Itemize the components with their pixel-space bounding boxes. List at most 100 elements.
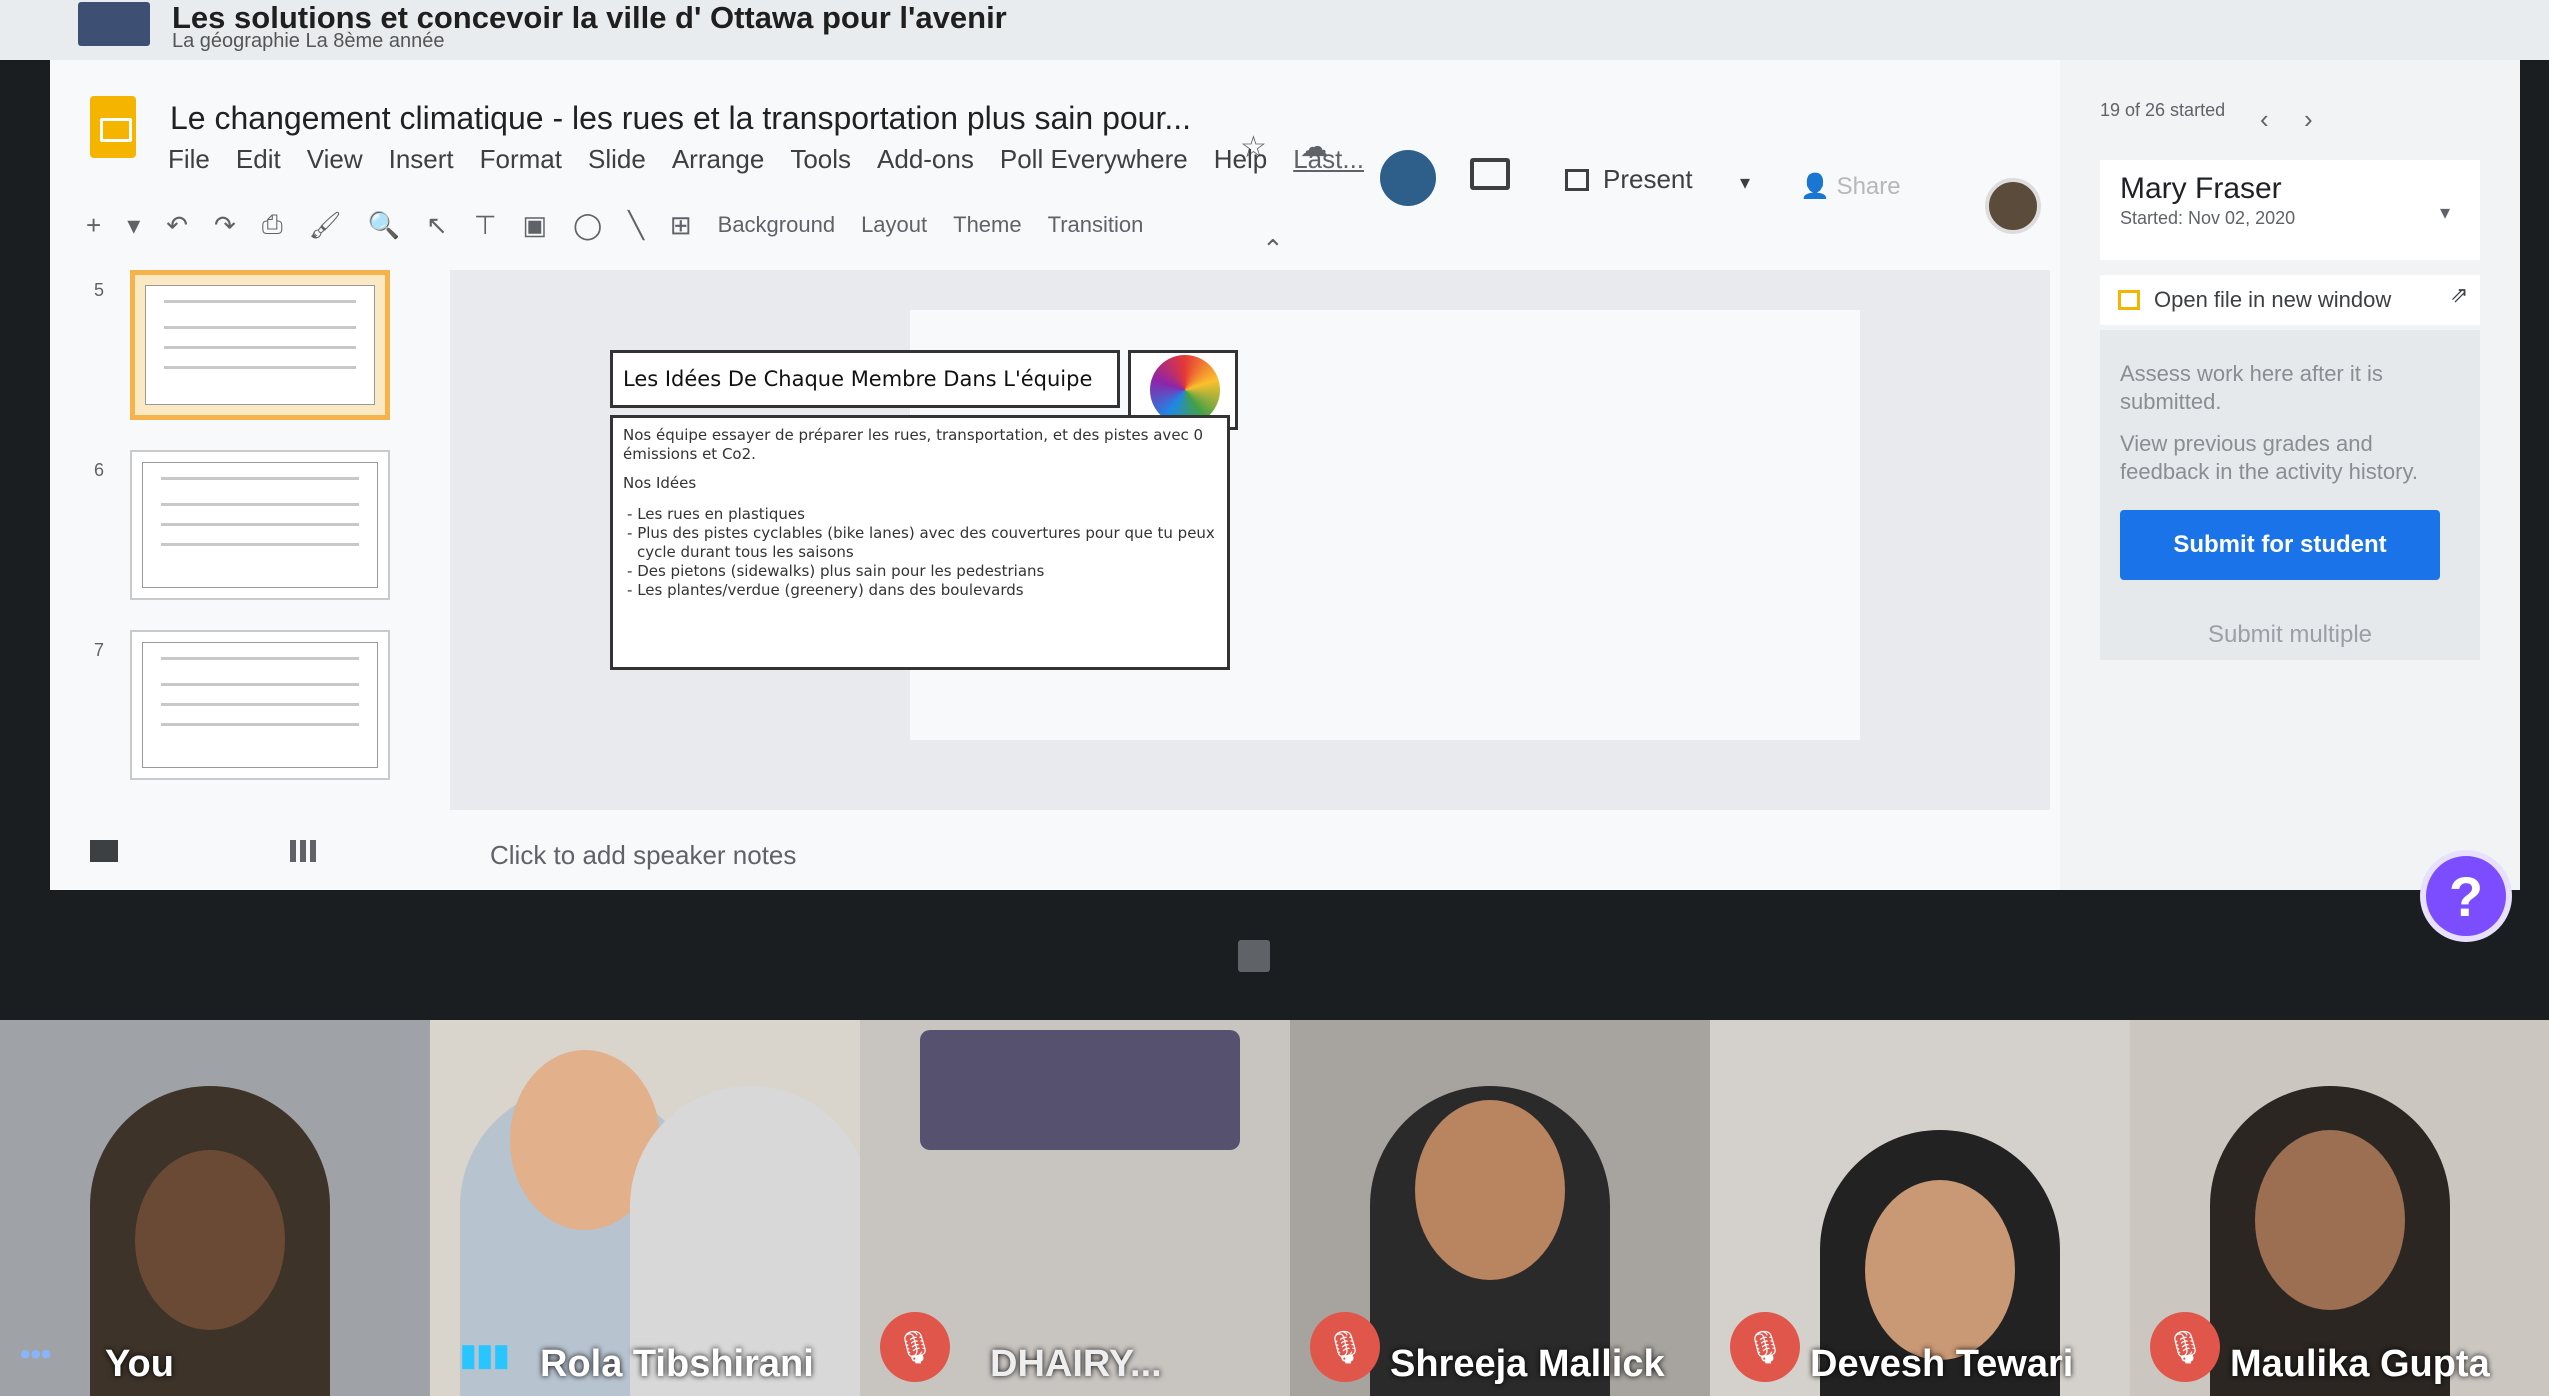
list-item: Des pietons (sidewalks) plus sain pour l… [637,562,1217,581]
chevron-up-icon[interactable]: ⌃ [1262,234,1284,265]
present-icon [1565,168,1589,191]
line-icon[interactable]: ╲ [628,210,644,241]
document-title[interactable]: Le changement climatique - les rues et l… [170,100,1191,137]
person-icon: 👤 [1800,173,1830,200]
menu-format[interactable]: Format [480,144,562,175]
menu-tools[interactable]: Tools [790,144,851,175]
participant-name: Maulika Gupta [2230,1343,2490,1385]
slide-thumbnail[interactable] [130,270,390,420]
chevron-left-icon[interactable]: ‹ [2260,104,2269,135]
open-file-link[interactable]: Open file in new window [2100,275,2480,325]
grading-sidebar: 19 of 26 started ‹ › Mary Fraser Started… [2060,60,2520,890]
assess-info: Assess work here after it is submitted. [2120,361,2383,414]
ceiling-video [920,1030,1240,1150]
participant-name: You [105,1343,174,1385]
course-thumbnail [78,2,150,46]
chevron-down-icon[interactable]: ▾ [2440,200,2450,225]
speaker-notes[interactable]: Click to add speaker notes [490,840,796,871]
redo-icon[interactable]: ↷ [214,210,236,241]
menu-addons[interactable]: Add-ons [877,144,974,175]
share-button[interactable]: 👤 Share [1800,172,1901,201]
menu-view[interactable]: View [307,144,363,175]
filmstrip: 5 6 7 [70,270,450,890]
menu-poll-everywhere[interactable]: Poll Everywhere [1000,144,1188,175]
participant-tile[interactable]: 🎙 Shreeja Mallick [1290,1020,1710,1396]
slides-toolbar: + ▾ ↶ ↷ ⎙ 🖌 🔍 ↖ ⊤ ▣ ◯ ╲ ⊞ Background Lay… [86,200,1846,250]
speaking-indicator-icon: ▮▮▮ [460,1339,510,1372]
slide-title[interactable]: Les Idées De Chaque Membre Dans L'équipe [610,350,1120,408]
menu-help[interactable]: Help [1214,144,1267,175]
classroom-header: Les solutions et concevoir la ville d' O… [0,0,2549,60]
explore-icon[interactable] [1238,940,1270,972]
list-item: Les rues en plastiques [637,505,1217,524]
new-slide-icon[interactable]: + [86,210,101,241]
comment-add-icon[interactable]: ⊞ [670,210,692,241]
slides-file-icon [2118,290,2140,310]
menu-slide[interactable]: Slide [588,144,646,175]
mic-off-icon: 🎙 [1730,1312,1800,1382]
grading-app: Le changement climatique - les rues et l… [50,60,2520,972]
last-edit-link[interactable]: Last... [1293,144,1364,175]
mic-off-icon: 🎙 [2150,1312,2220,1382]
slide-body[interactable]: Nos équipe essayer de préparer les rues,… [610,415,1230,670]
menu-insert[interactable]: Insert [389,144,454,175]
print-icon[interactable]: ⎙ [262,209,283,241]
list-item: Les plantes/verdue (greenery) dans des b… [637,581,1217,600]
external-link-icon[interactable]: ⇗ [2450,282,2468,308]
thumbnail-number: 5 [94,280,105,300]
thumbnail-preview [145,285,375,405]
layout-button[interactable]: Layout [861,212,927,238]
list-view-icon[interactable] [90,840,118,862]
submit-for-student-button[interactable]: Submit for student [2120,510,2440,580]
participant-tile[interactable]: 🎙 Maulika Gupta [2130,1020,2549,1396]
present-label: Present [1603,164,1693,194]
submit-multiple-button[interactable]: Submit multiple [2100,610,2480,660]
participant-name: Rola Tibshirani [540,1343,814,1385]
thumbnail-number: 7 [94,640,105,660]
participant-tile[interactable]: ▮▮▮ Rola Tibshirani [430,1020,860,1396]
undo-icon[interactable]: ↶ [166,210,188,241]
started-count: 19 of 26 started [2100,100,2226,120]
share-label: Share [1836,173,1901,200]
shape-icon[interactable]: ◯ [573,210,602,241]
transition-button[interactable]: Transition [1048,212,1144,238]
text-box-icon[interactable]: ⊤ [474,210,497,241]
collaborator-avatar[interactable] [1380,150,1436,206]
new-slide-dropdown-icon[interactable]: ▾ [127,210,140,241]
participant-name: Devesh Tewari [1810,1343,2074,1385]
user-avatar[interactable] [1985,178,2041,234]
present-dropdown-icon[interactable]: ▾ [1740,170,1750,195]
slide-thumbnail[interactable] [130,450,390,600]
participant-tile[interactable]: 🎙 Devesh Tewari [1710,1020,2130,1396]
help-icon[interactable]: ? [2420,850,2512,942]
participant-tile[interactable]: ••• You [0,1020,430,1396]
paint-format-icon[interactable]: 🖌 [309,210,342,241]
chevron-right-icon[interactable]: › [2304,104,2313,135]
slides-editor: Le changement climatique - les rues et l… [50,60,2060,972]
student-started-date: Started: Nov 02, 2020 [2120,208,2296,228]
participant-name: Shreeja Mallick [1390,1343,1665,1385]
background-button[interactable]: Background [718,212,835,238]
participant-face [1415,1100,1565,1280]
history-info: View previous grades and feedback in the… [2120,431,2418,484]
mic-off-icon: 🎙 [880,1312,950,1382]
menu-edit[interactable]: Edit [236,144,281,175]
slides-logo-icon[interactable] [90,96,136,158]
slide-section-heading: Nos Idées [623,474,697,492]
slide-thumbnail[interactable] [130,630,390,780]
participant-face [2255,1130,2405,1310]
student-name: Mary Fraser [2120,172,2282,205]
menu-arrange[interactable]: Arrange [672,144,765,175]
present-button[interactable]: Present [1565,164,1693,195]
zoom-icon[interactable]: 🔍 [368,210,400,241]
thumbnail-preview [142,462,378,588]
select-icon[interactable]: ↖ [426,210,448,241]
thumbnail-preview [142,642,378,768]
comments-icon[interactable] [1470,158,1510,190]
menu-file[interactable]: File [168,144,210,175]
audio-dots-icon: ••• [20,1338,52,1371]
participant-tile[interactable]: 🎙 DHAIRY... [860,1020,1290,1396]
theme-button[interactable]: Theme [953,212,1021,238]
image-icon[interactable]: ▣ [523,210,548,241]
grid-view-icon[interactable] [290,840,316,862]
